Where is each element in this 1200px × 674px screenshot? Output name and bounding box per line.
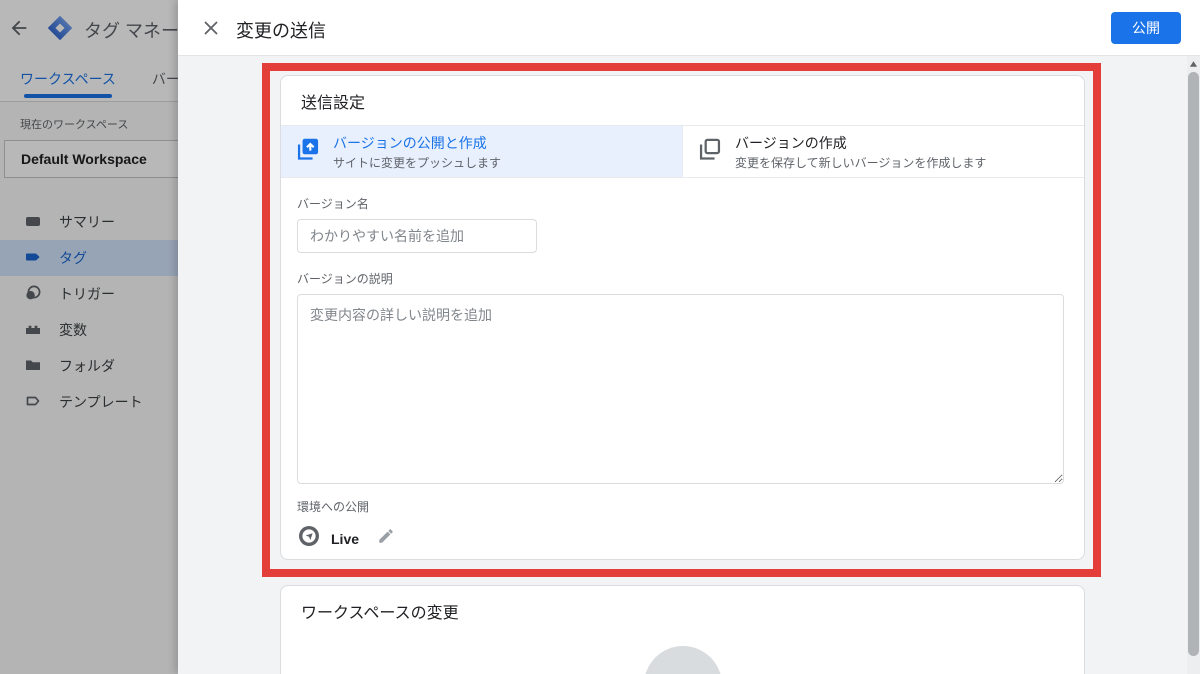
close-icon[interactable] [200,17,222,39]
submission-card-title: 送信設定 [281,76,1084,126]
sidebar-item-label: タグ [59,248,87,268]
version-form: バージョン名 バージョンの説明 環境への公開 [281,178,1084,553]
create-version-icon [696,136,723,168]
environment-row: Live [297,524,1068,553]
current-workspace-label: 現在のワークスペース [20,116,178,132]
overlay-title: 変更の送信 [236,17,326,43]
tag-icon [24,248,42,269]
variable-icon [24,320,42,341]
workspace-changes-card: ワークスペースの変更 [280,585,1085,674]
option-description: サイトに変更をプッシュします [333,154,501,171]
submit-changes-overlay: 変更の送信 公開 送信設定 [178,0,1200,674]
trigger-icon [24,284,42,305]
option-title: バージョンの作成 [735,133,986,153]
submission-mode-tiles: バージョンの公開と作成 サイトに変更をプッシュします バージョンの作 [281,126,1084,178]
option-title: バージョンの公開と作成 [333,133,501,153]
version-name-label: バージョン名 [297,195,1068,212]
sidebar-item-label: 変数 [59,320,87,340]
version-name-input[interactable] [297,219,537,253]
overlay-header: 変更の送信 公開 [178,0,1200,56]
gtm-logo-icon [46,14,74,42]
sidebar-item-triggers[interactable]: トリガー [0,276,178,312]
sidebar-item-label: フォルダ [59,356,115,376]
app-root: タグ マネージャー ワークスペース バージョン 現在のワークスペース Defau… [0,0,1200,674]
environment-publish-label: 環境への公開 [297,498,1068,515]
version-description-label: バージョンの説明 [297,270,1068,287]
publish-version-icon [294,136,321,168]
option-description: 変更を保存して新しいバージョンを作成します [735,154,986,171]
tab-versions[interactable]: バージョン [152,56,178,101]
edit-pencil-icon[interactable] [377,527,395,550]
version-description-input[interactable] [297,294,1064,484]
overlay-body: 送信設定 バージョンの公開と作成 サイトに変更をプッシュします [178,56,1200,674]
summary-icon [24,212,42,233]
submission-settings-card: 送信設定 バージョンの公開と作成 サイトに変更をプッシュします [280,75,1085,560]
sidebar-item-tags[interactable]: タグ [0,240,178,276]
option-publish-and-create-version[interactable]: バージョンの公開と作成 サイトに変更をプッシュします [281,126,682,177]
template-icon [24,392,42,413]
workspace-selector[interactable]: Default Workspace [4,140,178,178]
gtm-sidebar: タグ マネージャー ワークスペース バージョン 現在のワークスペース Defau… [0,0,178,674]
app-title: タグ マネージャー [84,17,178,43]
back-arrow-icon[interactable] [8,17,30,39]
workspace-card-title: ワークスペースの変更 [281,586,1084,636]
sidebar-item-summary[interactable]: サマリー [0,204,178,240]
workspace-tabs: ワークスペース バージョン [0,56,178,102]
publish-button[interactable]: 公開 [1111,12,1181,44]
workspace-name: Default Workspace [21,151,147,167]
tab-workspace[interactable]: ワークスペース [20,56,116,101]
empty-state-circle [644,646,722,674]
folder-icon [24,356,42,377]
scrollbar-up-icon[interactable] [1187,58,1200,70]
vertical-scrollbar[interactable] [1187,56,1200,674]
environment-name: Live [331,531,359,547]
sidebar-item-variables[interactable]: 変数 [0,312,178,348]
sidebar-item-label: テンプレート [59,392,143,412]
sidebar-item-label: トリガー [59,284,115,304]
live-environment-icon [297,524,321,553]
sidebar-item-label: サマリー [59,212,115,232]
option-create-version[interactable]: バージョンの作成 変更を保存して新しいバージョンを作成します [682,126,1084,177]
sidebar-header: タグ マネージャー [0,0,178,56]
sidebar-item-folders[interactable]: フォルダ [0,348,178,384]
sidebar-item-templates[interactable]: テンプレート [0,384,178,420]
sidebar-nav: サマリー タグ トリガー 変数 [0,204,178,420]
scrollbar-thumb[interactable] [1188,72,1199,656]
